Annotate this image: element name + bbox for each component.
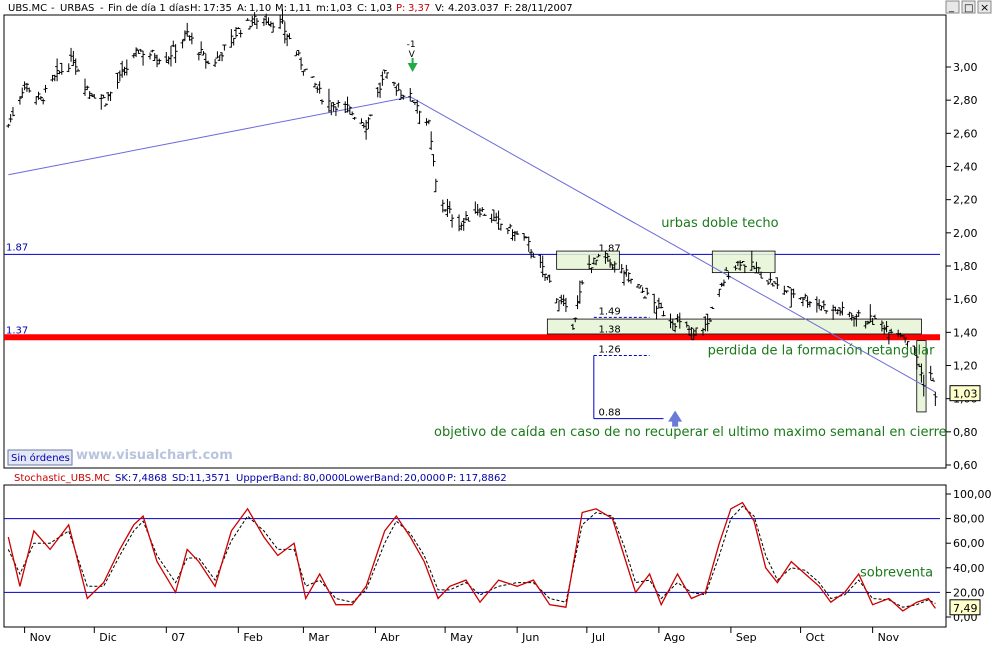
stoch-sk-label: SK: xyxy=(115,473,131,484)
price-tick-label: 2,20 xyxy=(953,194,978,207)
month-label: Jul xyxy=(591,631,605,644)
price-panel-frame xyxy=(3,14,947,469)
header-separator: - xyxy=(51,3,55,14)
stoch-sd-value: 11,3571 xyxy=(189,473,230,484)
header-h-value: 17:35 xyxy=(203,3,232,14)
close-icon: × xyxy=(980,1,989,14)
month-label: 07 xyxy=(171,631,185,644)
window-controls: _ □ × xyxy=(945,0,992,14)
level-label: 1.37 xyxy=(6,325,28,336)
price-tick-label: 1,20 xyxy=(953,360,978,373)
sin-ordenes-label: Sin órdenes xyxy=(11,452,70,464)
box-level-label: 0.88 xyxy=(598,408,620,419)
month-label: Mar xyxy=(308,631,329,644)
month-label: Nov xyxy=(30,631,52,644)
maximize-icon: □ xyxy=(964,3,973,14)
header-separator: - xyxy=(100,3,104,14)
header-c-label: C: xyxy=(357,3,367,14)
price-y-axis: 3,00 2,80 2,60 2,40 2,20 2,00 1,80 1,60 1,40 1,20… xyxy=(946,61,978,472)
stoch-p-label: P: xyxy=(447,473,456,484)
annotation-double-top: urbas doble techo xyxy=(661,216,778,231)
header-a-value: 1,10 xyxy=(249,3,271,14)
header-period: Fin de día 1 días xyxy=(108,2,189,14)
price-tick-label: 1,40 xyxy=(953,326,978,339)
price-tick-label: 0,60 xyxy=(953,459,978,472)
header-a-label: A: xyxy=(237,3,247,14)
stoch-lower-value: 20,0000 xyxy=(404,473,445,484)
price-annotations: urbas doble techo perdida de la formación… xyxy=(407,40,981,440)
price-tick-label: 0,80 xyxy=(953,426,978,439)
price-chart: UBS.MC - URBAS - Fin de día 1 días H: 17… xyxy=(3,0,992,644)
month-label: Oct xyxy=(806,631,826,644)
header-f-value: 28/11/2007 xyxy=(515,3,573,14)
header-c-value: 1,03 xyxy=(370,3,392,14)
month-label: Abr xyxy=(380,631,400,644)
price-tick-label: 3,00 xyxy=(953,61,978,74)
stoch-tick-label: 80,00 xyxy=(953,513,985,526)
price-tick-label: 2,60 xyxy=(953,127,978,140)
box-level-label: 1.38 xyxy=(598,325,620,336)
month-label: Sep xyxy=(736,631,757,644)
header-m-label: M: xyxy=(275,3,287,14)
minimize-icon: _ xyxy=(948,2,955,13)
stoch-tick-label: 20,00 xyxy=(953,586,985,599)
stoch-sd-label: SD: xyxy=(172,473,189,484)
level-label: 1.87 xyxy=(6,242,28,253)
marker-minus-one: -1 xyxy=(407,40,416,50)
month-label: Jun xyxy=(521,631,539,644)
annotation-sobreventa: sobreventa xyxy=(860,565,933,580)
header-h-label: H: xyxy=(190,3,201,14)
annotation-rectangle-break: perdida de la formación retangular xyxy=(708,344,935,359)
box-level-label: 1.49 xyxy=(598,306,620,317)
header-low-label: m: xyxy=(316,3,329,14)
stoch-tick-label: 100,00 xyxy=(953,488,992,501)
header-m-value: 1,11 xyxy=(289,3,311,14)
price-tick-label: 2,80 xyxy=(953,94,978,107)
month-label: Feb xyxy=(243,631,262,644)
price-levels: 1.87 1.37 1.87 1.49 1.38 1.26 0.88 xyxy=(4,96,940,427)
month-label: Nov xyxy=(878,631,900,644)
header-p-label: P: xyxy=(396,3,405,14)
header-symbol: UBS.MC xyxy=(8,3,47,14)
stoch-lower-label: LowerBand: xyxy=(344,473,403,484)
stoch-upper-label: UppperBand: xyxy=(236,473,302,484)
stoch-tick-label: 40,00 xyxy=(953,562,985,575)
stoch-tick-label: 60,00 xyxy=(953,537,985,550)
box-level-label: 1.87 xyxy=(598,243,620,254)
month-label: Ago xyxy=(664,631,686,644)
price-tick-label: 1,80 xyxy=(953,260,978,273)
stoch-panel-frame xyxy=(3,484,947,628)
annotation-target: objetivo de caída en caso de no recupera… xyxy=(434,425,947,440)
header-f-label: F: xyxy=(504,3,512,14)
watermark: www.visualchart.com xyxy=(76,448,233,463)
stoch-title: Stochastic_UBS.MC xyxy=(14,473,110,484)
header-low-value: 1,03 xyxy=(330,3,352,14)
header-name: URBAS xyxy=(60,3,94,14)
price-tick-label: 1,60 xyxy=(953,293,978,306)
price-tick-label: 2,40 xyxy=(953,161,978,174)
marker-arrow-icon xyxy=(407,63,418,72)
header-v-value: 4.203.037 xyxy=(448,3,499,14)
stoch-p-value: 117,8862 xyxy=(459,473,507,484)
month-label: Dic xyxy=(99,631,117,644)
month-label: May xyxy=(450,631,473,644)
box-level-label: 1.26 xyxy=(598,345,620,356)
stoch-lines: sobreventa 7,49 xyxy=(4,501,981,616)
last-stoch-label: 7,49 xyxy=(953,602,978,615)
stoch-sk-value: 7,4868 xyxy=(132,473,167,484)
price-tick-label: 2,00 xyxy=(953,227,978,240)
header-p-value: 3,37 xyxy=(408,3,430,14)
month-axis: Nov Dic 07 Feb Mar Abr May Jun Jul Ago Sep Oct Nov xyxy=(24,627,900,644)
stoch-upper-value: 80,0000 xyxy=(303,473,344,484)
last-price-label: 1,03 xyxy=(953,388,978,401)
header-v-label: V: xyxy=(435,3,444,14)
